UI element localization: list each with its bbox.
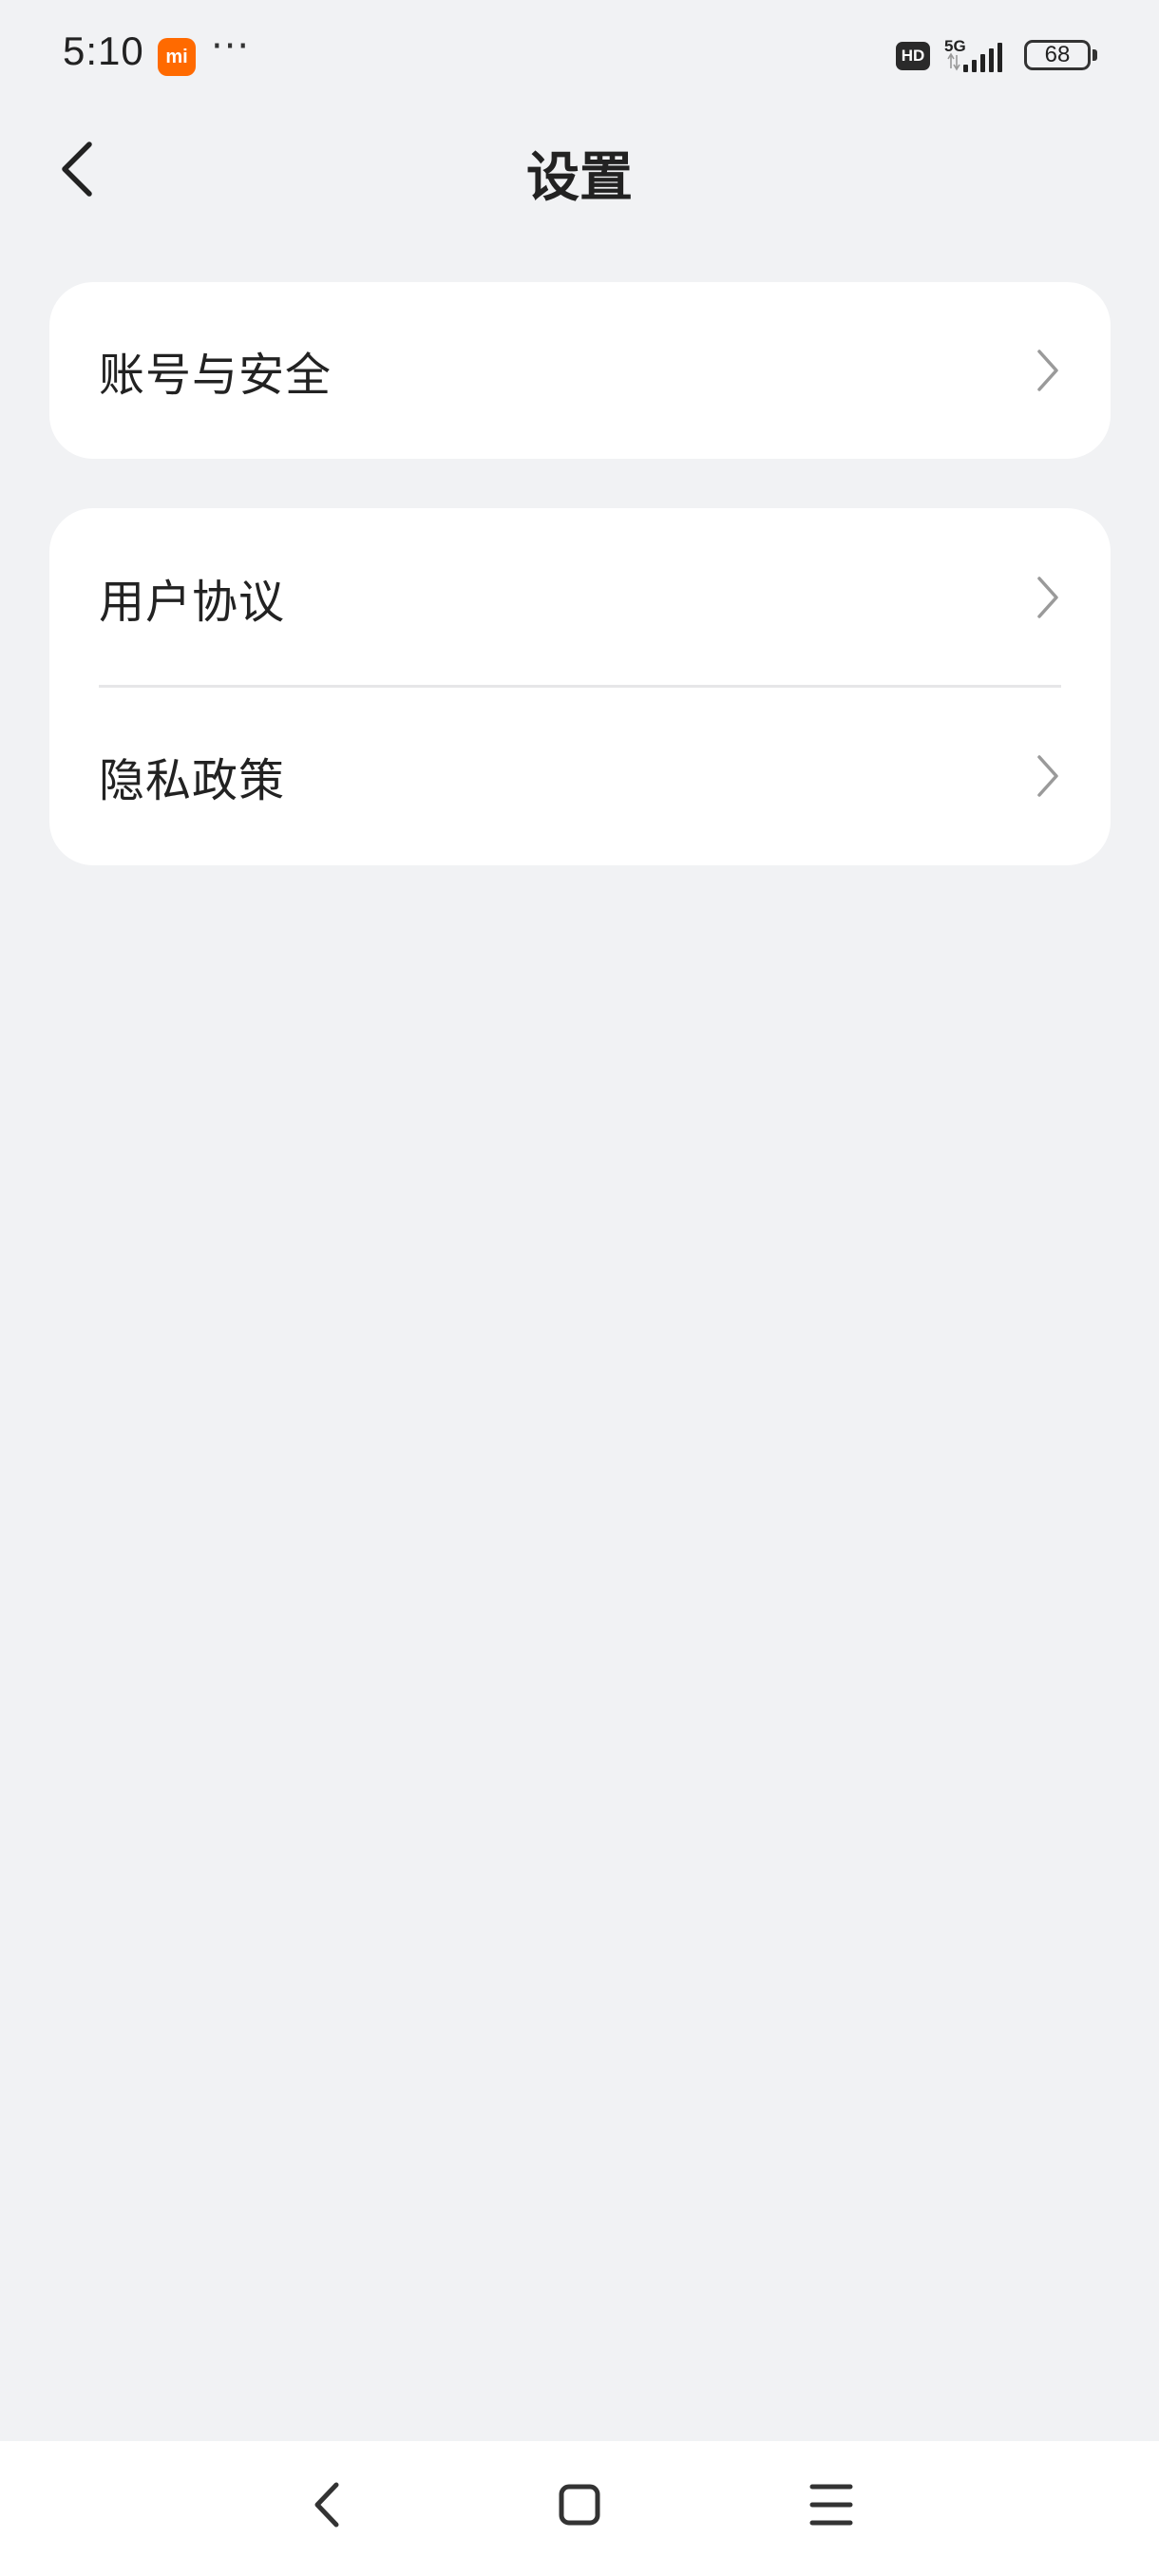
privacy-policy-label: 隐私政策: [99, 754, 286, 807]
chevron-right-icon: [1037, 350, 1058, 391]
chevron-right-icon: [1037, 577, 1058, 618]
status-time: 5:10: [63, 28, 144, 73]
nav-menu-icon: [809, 2484, 853, 2526]
more-notifications-icon: ···: [211, 25, 251, 68]
page-title: 设置: [526, 147, 633, 209]
nav-menu-button[interactable]: [788, 2462, 874, 2548]
privacy-policy-item[interactable]: 隐私政策: [49, 687, 1111, 865]
nav-back-icon: [314, 2482, 339, 2528]
battery-indicator: 68: [1024, 40, 1091, 70]
settings-group-account: 账号与安全: [49, 282, 1111, 459]
mi-notification-icon: mi: [158, 38, 196, 76]
settings-group-legal: 用户协议 隐私政策: [49, 508, 1111, 865]
system-navigation-bar: [0, 2441, 1159, 2576]
user-agreement-item[interactable]: 用户协议: [49, 508, 1111, 687]
chevron-right-icon: [1037, 755, 1058, 797]
cellular-signal-icon: 5G: [944, 37, 1002, 72]
status-bar: 5:10 mi ··· HD 5G 68: [0, 0, 1159, 114]
nav-back-button[interactable]: [285, 2462, 370, 2548]
account-security-item[interactable]: 账号与安全: [49, 282, 1111, 459]
nav-home-button[interactable]: [537, 2462, 622, 2548]
hd-voice-icon: HD: [896, 42, 930, 70]
top-app-bar: 设置: [0, 114, 1159, 218]
battery-tip: [1092, 49, 1097, 61]
network-type-label: 5G: [944, 37, 966, 55]
account-security-label: 账号与安全: [99, 349, 332, 402]
nav-home-icon: [559, 2484, 600, 2526]
user-agreement-label: 用户协议: [99, 576, 286, 629]
